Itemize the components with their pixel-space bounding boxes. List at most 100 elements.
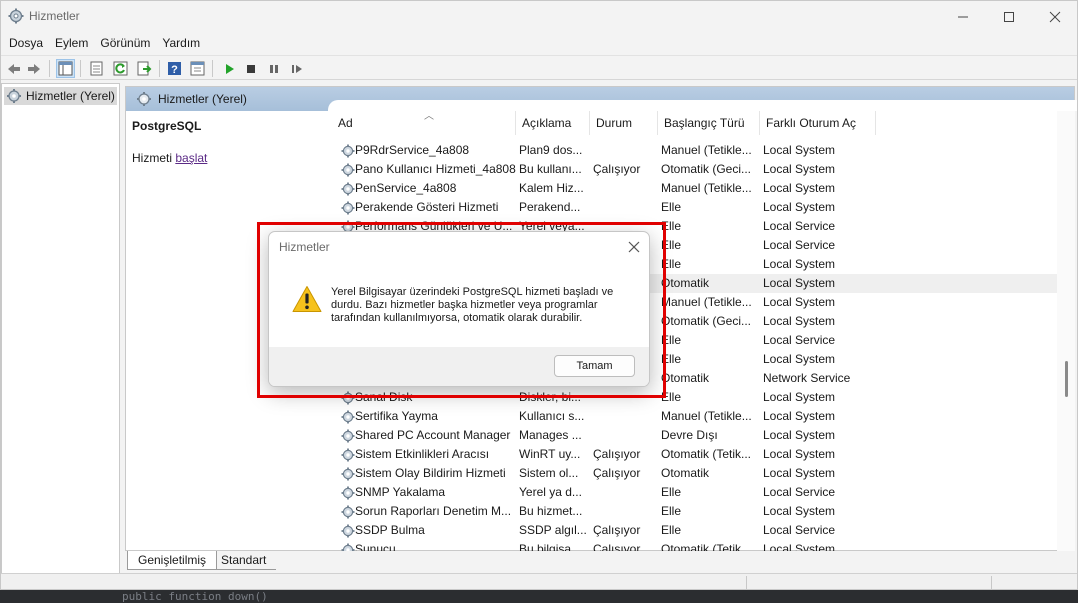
scrollbar-thumb[interactable] bbox=[1065, 361, 1068, 397]
view-tabs: Genişletilmiş Standart bbox=[125, 551, 1075, 571]
menu-gorunum[interactable]: Görünüm bbox=[94, 32, 156, 54]
cell-status: Çalışıyor bbox=[593, 523, 641, 537]
title-bar: Hizmetler bbox=[1, 1, 1077, 32]
resume-icon bbox=[291, 64, 302, 73]
column-header-durum[interactable]: Durum bbox=[590, 111, 658, 135]
table-row[interactable]: Sertifika Yayma Kullanıcı s... Manuel (Tet… bbox=[332, 407, 1057, 426]
back-icon bbox=[7, 63, 20, 74]
help-button[interactable]: ? bbox=[165, 59, 184, 78]
cell-log-on-as: Local System bbox=[763, 143, 836, 157]
cell-status bbox=[593, 198, 655, 217]
ok-button[interactable]: Tamam bbox=[554, 355, 635, 377]
dialog-footer: Tamam bbox=[269, 347, 649, 386]
resume-service-button[interactable] bbox=[287, 59, 306, 78]
forward-icon bbox=[27, 63, 40, 74]
message-dialog: Hizmetler Yerel Bilgisayar üzerindeki Po… bbox=[268, 231, 650, 387]
column-header-baslangic[interactable]: Başlangıç Türü bbox=[658, 111, 760, 135]
play-icon bbox=[225, 63, 234, 74]
cell-log-on-as: Local System bbox=[763, 466, 836, 480]
service-action: Hizmeti başlat bbox=[132, 151, 207, 165]
cell-description: Kalem Hiz... bbox=[519, 181, 584, 195]
cell-log-on-as: Local Service bbox=[763, 485, 836, 499]
cell-name: Sunucu bbox=[355, 542, 396, 551]
cell-description: Bu kullanı... bbox=[519, 162, 582, 176]
cell-log-on-as: Local System bbox=[763, 314, 836, 328]
cell-startup-type: Devre Dışı bbox=[661, 428, 718, 442]
maximize-button[interactable] bbox=[986, 1, 1032, 32]
column-header-aciklama[interactable]: Açıklama bbox=[516, 111, 590, 135]
cell-log-on-as: Local System bbox=[763, 276, 836, 290]
vertical-scrollbar[interactable] bbox=[1057, 111, 1075, 551]
cell-startup-type: Otomatik (Tetik... bbox=[661, 447, 752, 461]
cell-description: WinRT uy... bbox=[519, 447, 581, 461]
table-row[interactable]: Sanal Disk Diskler, bi... Elle Local System bbox=[332, 388, 1057, 407]
cell-status bbox=[593, 502, 655, 521]
gear-icon bbox=[341, 163, 355, 177]
table-row[interactable]: Sunucu Bu bilgisa... Çalışıyor Otomatik (Te… bbox=[332, 540, 1057, 551]
menu-dosya[interactable]: Dosya bbox=[3, 32, 49, 54]
refresh-button[interactable] bbox=[111, 59, 130, 78]
menu-yardim[interactable]: Yardım bbox=[156, 32, 206, 54]
table-row[interactable]: SNMP Yakalama Yerel ya d... Elle Local Serv… bbox=[332, 483, 1057, 502]
refresh-icon bbox=[113, 61, 128, 76]
cell-startup-type: Manuel (Tetikle... bbox=[661, 181, 752, 195]
cell-description: Diskler, bi... bbox=[519, 390, 582, 404]
cell-startup-type: Otomatik (Tetik... bbox=[661, 542, 752, 551]
toolbar-separator bbox=[159, 60, 160, 77]
gear-icon bbox=[341, 429, 355, 443]
cell-description: Manages ... bbox=[519, 428, 582, 442]
panel-header: Hizmetler (Yerel) bbox=[126, 87, 1077, 111]
minimize-button[interactable] bbox=[940, 1, 986, 32]
table-row[interactable]: P9RdrService_4a808 Plan9 dos... Manuel (Te… bbox=[332, 141, 1057, 160]
gear-icon bbox=[341, 144, 355, 158]
column-header-oturum[interactable]: Farklı Oturum Aç bbox=[760, 111, 876, 135]
table-row[interactable]: PenService_4a808 Kalem Hiz... Manuel (Teti… bbox=[332, 179, 1057, 198]
gear-icon bbox=[341, 201, 355, 215]
start-service-link[interactable]: başlat bbox=[175, 151, 207, 165]
view-button[interactable] bbox=[188, 59, 207, 78]
table-row[interactable]: SSDP Bulma SSDP algıl... Çalışıyor Elle Loca… bbox=[332, 521, 1057, 540]
cell-name: Sistem Olay Bildirim Hizmeti bbox=[355, 466, 506, 480]
cell-name: Pano Kullanıcı Hizmeti_4a808 bbox=[355, 162, 516, 176]
cell-startup-type: Otomatik bbox=[661, 371, 710, 385]
status-bar bbox=[1, 573, 1077, 589]
back-button[interactable] bbox=[3, 59, 22, 78]
column-label: Ad bbox=[338, 116, 353, 130]
close-icon[interactable] bbox=[625, 238, 643, 256]
cell-log-on-as: Local System bbox=[763, 162, 836, 176]
stop-icon bbox=[246, 64, 255, 73]
cell-startup-type: Manuel (Tetikle... bbox=[661, 143, 752, 157]
cell-description: Bu bilgisa... bbox=[519, 542, 582, 551]
cell-log-on-as: Local System bbox=[763, 200, 836, 214]
menu-eylem[interactable]: Eylem bbox=[49, 32, 94, 54]
cell-description: Perakend... bbox=[519, 200, 581, 214]
stop-service-button[interactable] bbox=[241, 59, 260, 78]
export-list-button[interactable] bbox=[135, 59, 154, 78]
console-tree-icon bbox=[58, 61, 73, 76]
cell-description: Sistem ol... bbox=[519, 466, 579, 480]
cell-startup-type: Otomatik (Geci... bbox=[661, 314, 752, 328]
tree-item-services-local[interactable]: Hizmetler (Yerel) bbox=[4, 87, 117, 105]
close-button[interactable] bbox=[1032, 1, 1077, 32]
table-row[interactable]: Perakende Gösteri Hizmeti Perakend... Elle… bbox=[332, 198, 1057, 217]
cell-log-on-as: Local System bbox=[763, 447, 836, 461]
console-tree-button[interactable] bbox=[56, 59, 75, 78]
pause-service-button[interactable] bbox=[264, 59, 283, 78]
tab-standard[interactable]: Standart bbox=[211, 551, 277, 570]
table-row[interactable]: Shared PC Account Manager Manages ... Devr… bbox=[332, 426, 1057, 445]
forward-button[interactable] bbox=[25, 59, 44, 78]
column-header-ad[interactable]: Ad ︿ bbox=[332, 111, 516, 135]
table-row[interactable]: Sistem Etkinlikleri Aracısı WinRT uy... Ça… bbox=[332, 445, 1057, 464]
table-row[interactable]: Sorun Raporları Denetim M... Bu hizmet...… bbox=[332, 502, 1057, 521]
properties-button[interactable] bbox=[87, 59, 106, 78]
cell-description: Plan9 dos... bbox=[519, 143, 583, 157]
tab-extended[interactable]: Genişletilmiş bbox=[127, 551, 218, 570]
start-service-button[interactable] bbox=[219, 59, 238, 78]
cell-status bbox=[593, 483, 655, 502]
cell-startup-type: Elle bbox=[661, 238, 682, 252]
cell-startup-type: Elle bbox=[661, 352, 682, 366]
table-row[interactable]: Sistem Olay Bildirim Hizmeti Sistem ol...… bbox=[332, 464, 1057, 483]
help-icon: ? bbox=[168, 62, 181, 76]
table-row[interactable]: Pano Kullanıcı Hizmeti_4a808 Bu kullanı..… bbox=[332, 160, 1057, 179]
cell-log-on-as: Network Service bbox=[763, 371, 851, 385]
